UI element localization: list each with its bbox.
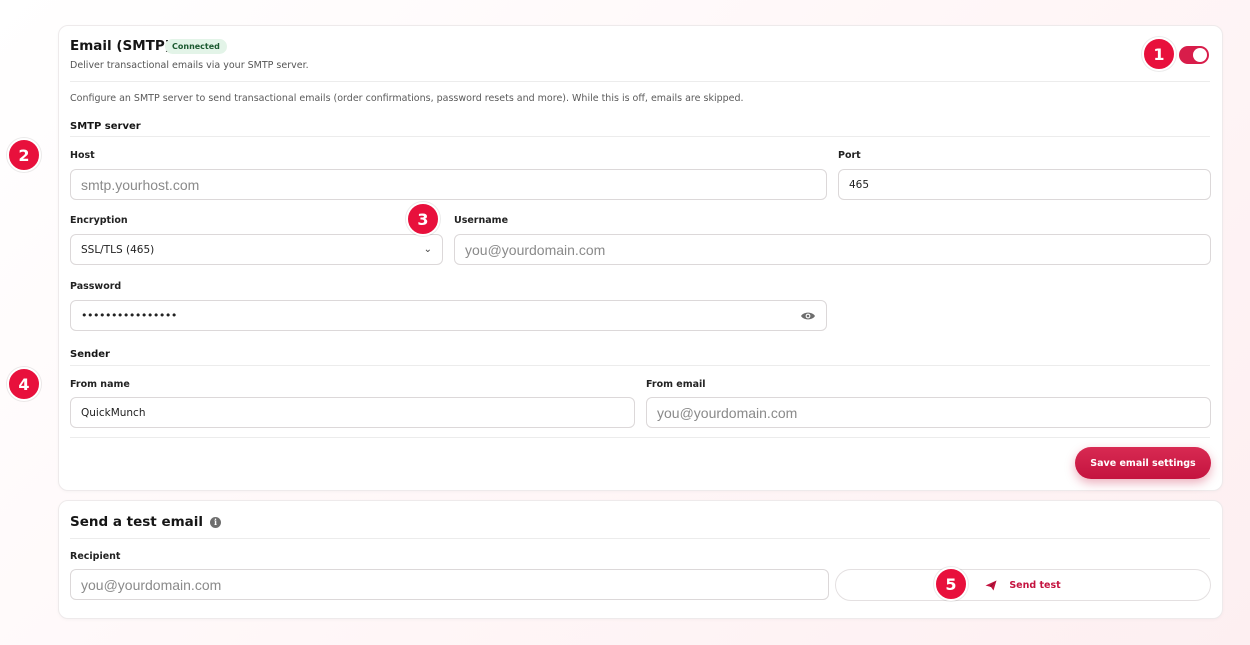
marker-3: 3	[406, 202, 440, 236]
port-label: Port	[838, 150, 861, 161]
username-input[interactable]	[454, 234, 1211, 265]
recipient-input[interactable]	[70, 569, 829, 600]
send-test-button[interactable]: Send test	[835, 569, 1211, 601]
smtp-enabled-toggle[interactable]	[1179, 46, 1209, 64]
paper-plane-icon	[985, 580, 997, 590]
from-name-label: From name	[70, 379, 130, 390]
port-input[interactable]	[838, 169, 1211, 200]
info-icon[interactable]: i	[210, 516, 222, 528]
server-divider	[70, 136, 1210, 137]
encryption-label: Encryption	[70, 215, 128, 226]
test-card-title: Send a test email	[70, 514, 204, 530]
password-input[interactable]: ••••••••••••••••	[70, 300, 827, 331]
smtp-card-subtitle: Deliver transactional emails via your SM…	[70, 60, 309, 71]
marker-1: 1	[1142, 37, 1176, 71]
footer-divider	[70, 437, 1210, 438]
from-name-input[interactable]	[70, 397, 635, 428]
smtp-description: Configure an SMTP server to send transac…	[70, 93, 744, 104]
marker-5: 5	[934, 567, 968, 601]
status-badge: Connected	[165, 39, 227, 54]
smtp-server-heading: SMTP server	[70, 121, 141, 132]
host-label: Host	[70, 150, 95, 161]
chevron-down-icon: ⌄	[423, 244, 432, 255]
save-email-settings-button[interactable]: Save email settings	[1075, 447, 1211, 479]
password-value: ••••••••••••••••	[81, 309, 177, 322]
header-divider	[70, 81, 1210, 82]
host-input[interactable]	[70, 169, 827, 200]
marker-2: 2	[7, 138, 41, 172]
smtp-card-title: Email (SMTP)	[70, 38, 171, 54]
password-label: Password	[70, 281, 122, 292]
test-email-card: Send a test email i Recipient Send test	[58, 500, 1223, 619]
eye-icon[interactable]	[800, 310, 816, 322]
smtp-settings-card: Email (SMTP) Connected Deliver transacti…	[58, 25, 1223, 491]
test-divider	[70, 538, 1210, 539]
marker-4: 4	[7, 367, 41, 401]
test-card-header: Send a test email i	[70, 514, 222, 530]
sender-divider	[70, 365, 1210, 366]
encryption-selected-value: SSL/TLS (465)	[81, 243, 155, 256]
toggle-knob	[1193, 48, 1207, 62]
send-test-label: Send test	[1009, 579, 1061, 591]
encryption-select[interactable]: SSL/TLS (465) ⌄	[70, 234, 443, 265]
sender-heading: Sender	[70, 349, 110, 360]
from-email-input[interactable]	[646, 397, 1211, 428]
recipient-label: Recipient	[70, 551, 121, 562]
from-email-label: From email	[646, 379, 706, 390]
username-label: Username	[454, 215, 509, 226]
